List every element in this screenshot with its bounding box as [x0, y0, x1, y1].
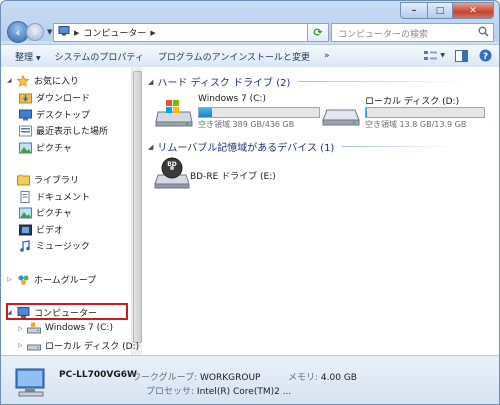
breadcrumb-separator-icon[interactable]: ▶ — [74, 29, 79, 37]
expand-arrow-icon[interactable]: ◢ — [7, 77, 16, 84]
expand-arrow-icon[interactable]: ▷ — [18, 342, 27, 349]
address-bar[interactable]: ▶ コンピューター ▶ ▼ — [53, 23, 323, 42]
video-icon — [18, 224, 32, 236]
nav-homegroup[interactable]: ▷ ホームグループ — [7, 273, 96, 286]
pictures-icon — [18, 142, 32, 154]
removable-group-header[interactable]: ◢ リムーバブル記憶域があるデバイス (1) — [148, 139, 453, 154]
nav-windows7-drive[interactable]: ▷ Windows 7 (C:) — [18, 322, 113, 334]
computer-icon — [58, 26, 70, 39]
recent-pages-dropdown-icon[interactable]: ▼ — [47, 28, 52, 36]
workgroup-label: ワークグループ: — [132, 373, 198, 383]
svg-text:?: ? — [482, 52, 487, 62]
chevron-down-icon: ▼ — [36, 54, 41, 62]
processor-label: プロセッサ: — [146, 387, 195, 397]
star-icon — [16, 74, 30, 87]
drive-c-usage-fill — [199, 108, 213, 117]
nav-documents[interactable]: ドキュメント — [18, 190, 90, 203]
change-view-icon[interactable] — [423, 48, 439, 63]
maximize-button[interactable]: □ — [427, 2, 453, 19]
view-controls: ▼ ? — [415, 48, 493, 63]
nav-recent-places[interactable]: 最近表示した場所 — [18, 124, 108, 137]
scrollbar-thumb[interactable] — [133, 71, 142, 343]
system-drive-icon — [155, 100, 193, 127]
libraries-icon — [16, 174, 30, 186]
uninstall-programs-button[interactable]: プログラムのアンインストールと変更 — [158, 50, 310, 63]
navigation-scrollbar[interactable] — [131, 67, 142, 355]
organize-menu[interactable]: 整理 ▼ — [15, 50, 41, 63]
help-icon[interactable]: ? — [477, 48, 493, 63]
close-button[interactable]: ✕ — [452, 2, 494, 19]
bd-drive-icon: BD — [154, 157, 190, 189]
downloads-folder-icon — [18, 92, 32, 104]
group-divider — [298, 81, 469, 82]
nav-music[interactable]: ミュージック — [18, 239, 90, 252]
memory-label: メモリ: — [288, 373, 319, 383]
refresh-button[interactable]: ⟳ — [307, 23, 329, 42]
music-note-icon — [18, 239, 32, 252]
collapse-arrow-icon[interactable]: ◢ — [148, 143, 153, 151]
desktop-icon — [18, 109, 32, 121]
explorer-window: – □ ✕ ‹ › ▼ ▶ コンピューター ▶ ▼ ⟳ コンピューターの検索 整… — [0, 0, 500, 405]
drive-c-free-space: 空き領域 389 GB/436 GB — [198, 120, 295, 129]
expand-arrow-icon[interactable]: ▷ — [18, 325, 27, 332]
breadcrumb-chevron-icon[interactable]: ▶ — [150, 29, 155, 37]
processor-value: Intel(R) Core(TM)2 ... — [196, 387, 292, 397]
nav-desktop[interactable]: デスクトップ — [18, 108, 90, 121]
drive-e-name: BD-RE ドライブ (E:) — [190, 172, 276, 182]
memory-value: 4.00 GB — [320, 373, 357, 383]
details-pane: PC-LL700VG6W ワークグループ: WORKGROUP メモリ: 4.0… — [1, 355, 499, 404]
nav-local-disk[interactable]: ▷ ローカル ディスク (D:) — [18, 339, 139, 352]
more-commands-button[interactable]: » — [324, 51, 330, 61]
drive-d-usage-fill — [366, 108, 368, 117]
computer-name: PC-LL700VG6W — [59, 370, 137, 380]
workgroup-value: WORKGROUP — [200, 373, 261, 383]
recent-places-icon — [18, 125, 32, 137]
computer-icon — [15, 368, 45, 397]
search-box[interactable]: コンピューターの検索 — [331, 23, 494, 42]
breadcrumb-computer[interactable]: コンピューター — [83, 26, 146, 39]
bd-logo-text: BD — [167, 161, 177, 168]
system-properties-button[interactable]: システムのプロパティ — [55, 50, 144, 63]
nav-videos[interactable]: ビデオ — [18, 223, 63, 236]
documents-icon — [18, 190, 32, 203]
group-divider — [342, 146, 453, 147]
nav-favorites[interactable]: ◢ お気に入り — [7, 74, 79, 87]
drive-c-name: Windows 7 (C:) — [198, 94, 266, 104]
preview-pane-icon[interactable] — [453, 48, 469, 63]
nav-pictures-favorite[interactable]: ピクチャ — [18, 141, 72, 154]
search-icon — [478, 26, 489, 40]
caption-buttons: – □ ✕ — [400, 2, 494, 19]
homegroup-icon — [16, 274, 30, 286]
hard-drive-icon — [322, 109, 360, 126]
computer-highlight-box — [6, 303, 128, 320]
view-dropdown-icon[interactable]: ▼ — [440, 52, 445, 59]
drive-e[interactable]: BD BD-RE ドライブ (E:) — [152, 157, 322, 193]
drive-c[interactable]: Windows 7 (C:) 空き領域 389 GB/436 GB — [152, 94, 322, 134]
expand-arrow-icon[interactable]: ▷ — [7, 276, 16, 283]
search-input[interactable]: コンピューターの検索 — [338, 27, 428, 40]
drive-d-name: ローカル ディスク (D:) — [365, 97, 460, 107]
hard-drive-icon — [27, 340, 41, 352]
drive-d[interactable]: ローカル ディスク (D:) 空き領域 13.8 GB/13.9 GB — [319, 94, 489, 134]
command-bar: 整理 ▼ システムのプロパティ プログラムのアンインストールと変更 » ▼ ? — [1, 44, 499, 68]
nav-pictures[interactable]: ピクチャ — [18, 206, 72, 219]
drive-d-usage-bar — [365, 107, 485, 118]
collapse-arrow-icon[interactable]: ◢ — [148, 78, 153, 86]
nav-libraries[interactable]: ライブラリ — [7, 173, 79, 186]
drive-d-free-space: 空き領域 13.8 GB/13.9 GB — [365, 120, 467, 129]
hdd-group-header[interactable]: ◢ ハード ディスク ドライブ (2) — [148, 74, 469, 89]
minimize-button[interactable]: – — [400, 2, 428, 19]
system-drive-icon — [27, 322, 41, 334]
drive-c-usage-bar — [198, 107, 320, 118]
pictures-icon — [18, 207, 32, 219]
nav-downloads[interactable]: ダウンロード — [18, 91, 90, 104]
forward-button[interactable]: › — [26, 23, 44, 41]
refresh-icon: ⟳ — [313, 26, 323, 39]
navigation-buttons: ‹ › ▼ — [7, 21, 52, 43]
